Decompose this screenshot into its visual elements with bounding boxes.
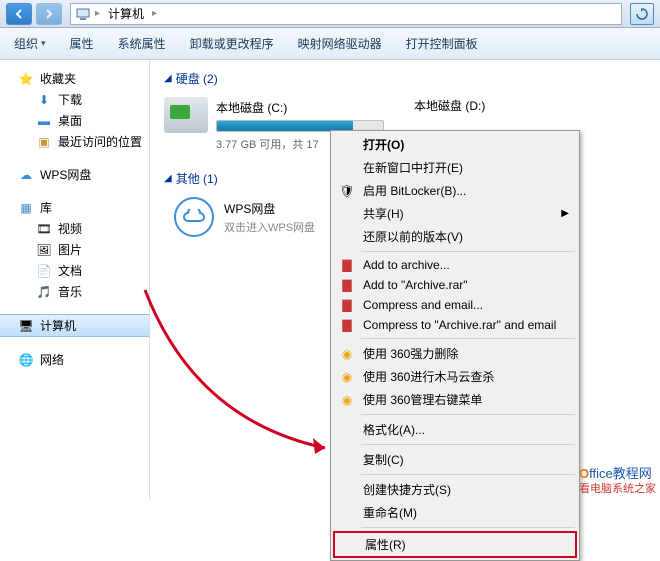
nav-forward-button[interactable] — [36, 3, 62, 25]
music-icon: 🎵 — [36, 284, 52, 300]
recent-icon: ▣ — [36, 134, 52, 150]
sidebar-recent[interactable]: ▣最近访问的位置 — [0, 131, 149, 152]
rar-icon: ▇ — [339, 297, 355, 313]
ctx-compress-email[interactable]: ▇Compress and email... — [333, 295, 577, 315]
drive-icon — [164, 97, 208, 133]
address-bar[interactable]: ▸ 计算机 ▸ — [70, 3, 622, 25]
nav-back-button[interactable] — [6, 3, 32, 25]
drive-d-label: 本地磁盘 (D:) — [414, 97, 634, 114]
ctx-add-archive[interactable]: ▇Add to archive... — [333, 255, 577, 275]
ctx-360-menu[interactable]: ◉使用 360管理右键菜单 — [333, 388, 577, 411]
ctx-copy[interactable]: 复制(C) — [333, 448, 577, 471]
rar-icon: ▇ — [339, 257, 355, 273]
video-icon: 🎞 — [36, 221, 52, 237]
ctx-create-shortcut[interactable]: 创建快捷方式(S) — [333, 478, 577, 501]
menu-separator — [361, 338, 575, 339]
menu-separator — [361, 414, 575, 415]
sidebar-desktop[interactable]: ▬桌面 — [0, 110, 149, 131]
titlebar: ▸ 计算机 ▸ — [0, 0, 660, 28]
rar-icon: ▇ — [339, 317, 355, 333]
toolbar-properties[interactable]: 属性 — [64, 31, 100, 56]
360-icon: ◉ — [339, 346, 355, 362]
sidebar: ⭐收藏夹 ⬇下载 ▬桌面 ▣最近访问的位置 ☁WPS网盘 ▦库 🎞视频 🖼图片 … — [0, 60, 150, 500]
cloud-icon — [174, 197, 214, 237]
refresh-button[interactable] — [630, 3, 654, 25]
document-icon: 📄 — [36, 263, 52, 279]
sidebar-videos[interactable]: 🎞视频 — [0, 218, 149, 239]
sidebar-network[interactable]: 🌐网络 — [0, 349, 149, 370]
drive-c-label: 本地磁盘 (C:) — [216, 99, 384, 116]
library-icon: ▦ — [18, 200, 34, 216]
wps-title: WPS网盘 — [224, 200, 315, 217]
ctx-bitlocker[interactable]: 🛡启用 BitLocker(B)... — [333, 179, 577, 202]
chevron-down-icon: ▾ — [41, 38, 46, 49]
breadcrumb-root[interactable]: 计算机 — [104, 5, 148, 22]
breadcrumb-separator: ▸ — [95, 8, 100, 19]
ctx-format[interactable]: 格式化(A)... — [333, 418, 577, 441]
menu-separator — [361, 474, 575, 475]
ctx-360-delete[interactable]: ◉使用 360强力删除 — [333, 342, 577, 365]
ctx-add-rar[interactable]: ▇Add to "Archive.rar" — [333, 275, 577, 295]
sidebar-wps[interactable]: ☁WPS网盘 — [0, 164, 149, 185]
ctx-compress-rar-email[interactable]: ▇Compress to "Archive.rar" and email — [333, 315, 577, 335]
ctx-open-new-window[interactable]: 在新窗口中打开(E) — [333, 156, 577, 179]
computer-icon — [75, 6, 91, 22]
rar-icon: ▇ — [339, 277, 355, 293]
sidebar-pictures[interactable]: 🖼图片 — [0, 239, 149, 260]
desktop-icon: ▬ — [36, 113, 52, 129]
sidebar-libraries[interactable]: ▦库 — [0, 197, 149, 218]
menu-separator — [361, 251, 575, 252]
sidebar-documents[interactable]: 📄文档 — [0, 260, 149, 281]
wps-subtitle: 双击进入WPS网盘 — [224, 219, 315, 235]
ctx-restore-versions[interactable]: 还原以前的版本(V) — [333, 225, 577, 248]
star-icon: ⭐ — [18, 71, 34, 87]
submenu-arrow-icon: ▶ — [561, 208, 569, 219]
breadcrumb-separator: ▸ — [152, 8, 157, 19]
network-icon: 🌐 — [18, 352, 34, 368]
360-icon: ◉ — [339, 369, 355, 385]
sidebar-music[interactable]: 🎵音乐 — [0, 281, 149, 302]
toolbar-organize[interactable]: 组织▾ — [8, 31, 52, 56]
toolbar-mapdrive[interactable]: 映射网络驱动器 — [292, 31, 388, 56]
picture-icon: 🖼 — [36, 242, 52, 258]
sidebar-downloads[interactable]: ⬇下载 — [0, 89, 149, 110]
section-harddisk-header[interactable]: ◢硬盘 (2) — [164, 70, 646, 87]
sidebar-computer[interactable]: 🖥计算机 — [0, 314, 149, 337]
ctx-open[interactable]: 打开(O) — [333, 133, 577, 156]
360-icon: ◉ — [339, 392, 355, 408]
ctx-360-scan[interactable]: ◉使用 360进行木马云查杀 — [333, 365, 577, 388]
collapse-icon: ◢ — [164, 73, 172, 84]
toolbar-controlpanel[interactable]: 打开控制面板 — [400, 31, 484, 56]
ctx-properties[interactable]: 属性(R) — [333, 531, 577, 558]
menu-separator — [361, 527, 575, 528]
ctx-share[interactable]: 共享(H)▶ — [333, 202, 577, 225]
toolbar-uninstall[interactable]: 卸载或更改程序 — [184, 31, 280, 56]
cloud-icon: ☁ — [18, 167, 34, 183]
watermark: Office教程网 看电脑系统之家 — [579, 463, 656, 496]
toolbar: 组织▾ 属性 系统属性 卸载或更改程序 映射网络驱动器 打开控制面板 — [0, 28, 660, 60]
computer-icon: 🖥 — [18, 318, 34, 334]
ctx-rename[interactable]: 重命名(M) — [333, 501, 577, 524]
shield-icon: 🛡 — [339, 183, 355, 199]
collapse-icon: ◢ — [164, 173, 172, 184]
menu-separator — [361, 444, 575, 445]
toolbar-sysprops[interactable]: 系统属性 — [112, 31, 172, 56]
sidebar-favorites[interactable]: ⭐收藏夹 — [0, 68, 149, 89]
context-menu: 打开(O) 在新窗口中打开(E) 🛡启用 BitLocker(B)... 共享(… — [330, 130, 580, 561]
download-icon: ⬇ — [36, 92, 52, 108]
